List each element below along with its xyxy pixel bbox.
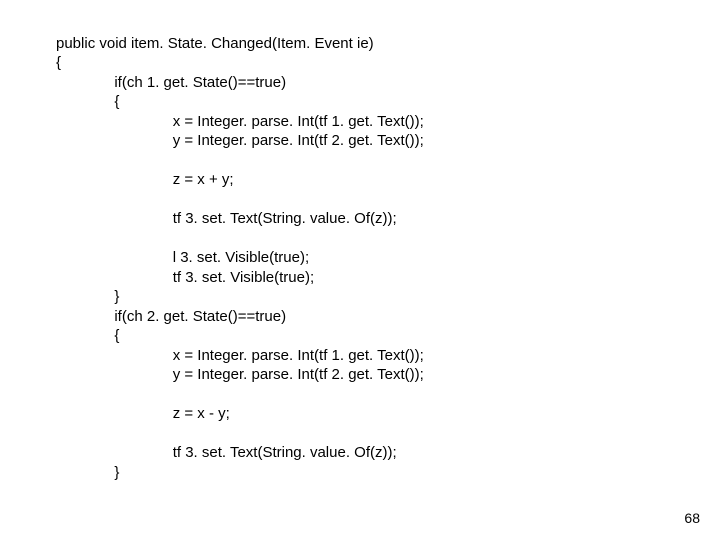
code-line: {	[56, 327, 119, 344]
code-line: tf 3. set. Visible(true);	[56, 269, 314, 286]
code-line: if(ch 2. get. State()==true)	[56, 308, 286, 325]
code-block: public void item. State. Changed(Item. E…	[56, 14, 424, 482]
code-line: x = Integer. parse. Int(tf 1. get. Text(…	[56, 347, 424, 364]
code-line: l 3. set. Visible(true);	[56, 249, 309, 266]
code-line: tf 3. set. Text(String. value. Of(z));	[56, 210, 397, 227]
code-line: z = x - y;	[56, 405, 230, 422]
code-line: y = Integer. parse. Int(tf 2. get. Text(…	[56, 366, 424, 383]
page-number: 68	[684, 510, 700, 526]
code-line: z = x + y;	[56, 171, 234, 188]
slide-page: public void item. State. Changed(Item. E…	[0, 0, 720, 540]
code-line: y = Integer. parse. Int(tf 2. get. Text(…	[56, 132, 424, 149]
code-line: public void item. State. Changed(Item. E…	[56, 35, 374, 52]
code-line: tf 3. set. Text(String. value. Of(z));	[56, 444, 397, 461]
code-line: {	[56, 54, 61, 71]
code-line: }	[56, 288, 119, 305]
code-line: x = Integer. parse. Int(tf 1. get. Text(…	[56, 113, 424, 130]
code-line: {	[56, 93, 119, 110]
code-line: if(ch 1. get. State()==true)	[56, 74, 286, 91]
code-line: }	[56, 464, 119, 481]
